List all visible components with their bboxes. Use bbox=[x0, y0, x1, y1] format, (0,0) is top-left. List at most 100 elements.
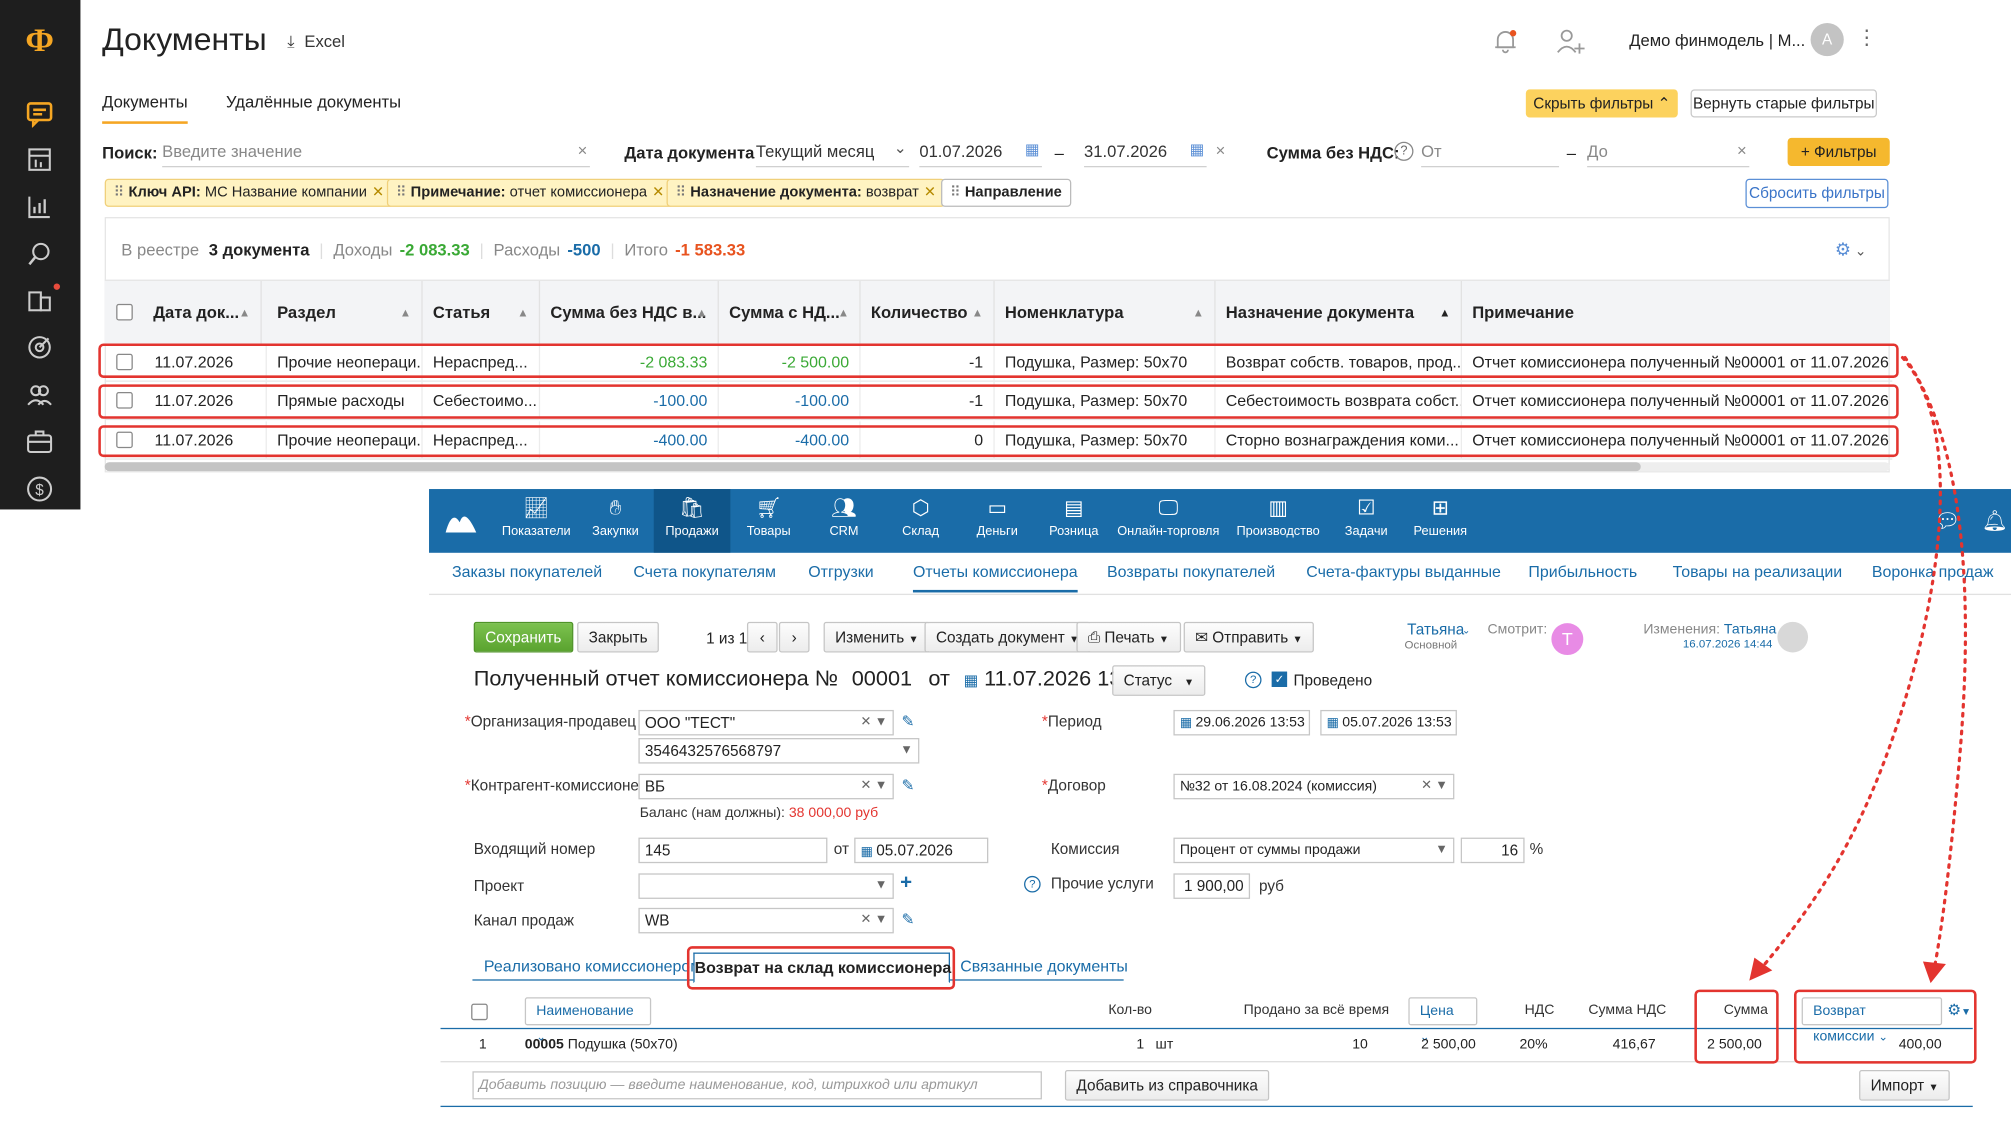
edit-icon[interactable]: ✎ bbox=[901, 776, 914, 794]
create-document-button[interactable]: Создать документ ▼ bbox=[924, 621, 1091, 653]
sum-from-input[interactable]: От bbox=[1421, 139, 1560, 168]
target-icon[interactable] bbox=[24, 333, 55, 364]
item-vat[interactable]: 20% bbox=[1519, 1037, 1547, 1052]
period-from-input[interactable]: ▦ 29.06.2026 13:53 bbox=[1173, 709, 1311, 736]
clear-icon[interactable]: × bbox=[1737, 140, 1747, 159]
row-checkbox[interactable] bbox=[116, 431, 133, 449]
print-button[interactable]: ⎙ Печать ▼ bbox=[1076, 621, 1181, 653]
commission-type-select[interactable]: Процент от суммы продажи ▼ bbox=[1173, 837, 1455, 864]
horizontal-scrollbar[interactable] bbox=[104, 462, 1890, 472]
col-return-commission-button[interactable]: Возврат комиссии ⌄ bbox=[1801, 997, 1943, 1044]
channel-select[interactable]: WB ✕ ▼ bbox=[638, 907, 894, 934]
status-dropdown[interactable]: Статус ▼ bbox=[1112, 665, 1206, 696]
item-return-commission[interactable]: 400,00 bbox=[1899, 1037, 1942, 1052]
tab-sold-by-agent[interactable]: Реализовано комиссионером bbox=[484, 958, 701, 976]
filter-chip-purpose[interactable]: ⠿ Назначение документа: возврат ✕ bbox=[666, 178, 946, 207]
clear-date-icon[interactable]: × bbox=[1216, 140, 1226, 159]
subnav-shipments[interactable]: Отгрузки bbox=[808, 563, 873, 581]
briefcase-icon[interactable] bbox=[24, 428, 55, 459]
col-name-button[interactable]: Наименование ⌄ bbox=[524, 997, 652, 1043]
col-sum-with-vat[interactable]: Сумма с НД...▲▼ bbox=[719, 280, 861, 345]
filter-chip-api-key[interactable]: ⠿ Ключ API: МС Название компании ✕ bbox=[104, 178, 394, 207]
more-vertical-icon[interactable]: ⋮ bbox=[1857, 26, 1877, 52]
calendar-icon[interactable]: ▦ bbox=[1190, 140, 1204, 158]
nav-goods[interactable]: 🛒︎ Товары bbox=[733, 489, 805, 553]
subnav-customer-returns[interactable]: Возвраты покупателей bbox=[1107, 563, 1275, 581]
subnav-customer-orders[interactable]: Заказы покупателей bbox=[452, 563, 602, 581]
next-button[interactable]: › bbox=[778, 621, 810, 653]
calendar-icon[interactable]: ▦ bbox=[964, 672, 978, 690]
col-price-button[interactable]: Цена ⌄ bbox=[1408, 997, 1478, 1043]
col-item[interactable]: Статья▲▼ bbox=[423, 280, 541, 345]
table-row[interactable]: 11.07.2026 Прочие неопераци... Нераспред… bbox=[104, 343, 1893, 382]
table-row[interactable]: 11.07.2026 Прочие неопераци... Нераспред… bbox=[104, 421, 1893, 460]
item-name[interactable]: 00005 Подушка (50х70) bbox=[525, 1037, 678, 1052]
scrollbar-thumb[interactable] bbox=[104, 462, 1641, 472]
add-user-icon[interactable] bbox=[1555, 27, 1586, 61]
incoming-number-input[interactable]: 145 bbox=[638, 837, 828, 864]
edit-icon[interactable]: ✎ bbox=[901, 712, 914, 730]
search-input[interactable]: Введите значение × bbox=[162, 139, 590, 168]
commission-percent-input[interactable]: 16 bbox=[1460, 837, 1525, 864]
users-icon[interactable] bbox=[24, 381, 55, 412]
tab-documents[interactable]: Документы bbox=[102, 92, 188, 124]
nav-crm[interactable]: 👥︎ CRM bbox=[810, 489, 879, 553]
add-project-icon[interactable]: + bbox=[900, 872, 912, 895]
app-logo-icon[interactable]: Ф bbox=[20, 22, 58, 60]
tab-deleted-documents[interactable]: Удалённые документы bbox=[226, 92, 401, 111]
col-note[interactable]: Примечание bbox=[1462, 281, 1890, 345]
org-select[interactable]: ООО "ТЕСТ" ✕ ▼ bbox=[638, 709, 894, 736]
agent-select[interactable]: ВБ ✕ ▼ bbox=[638, 773, 894, 800]
watcher-avatar[interactable]: Т bbox=[1551, 623, 1584, 656]
col-purpose[interactable]: Назначение документа▲▼ bbox=[1216, 280, 1463, 345]
nav-indicators[interactable]: 📈︎ Показатели bbox=[498, 489, 575, 553]
row-checkbox[interactable] bbox=[116, 391, 133, 409]
calendar-icon[interactable]: ▦ bbox=[1025, 140, 1039, 158]
table-row[interactable]: 11.07.2026 Прямые расходы Себестоимо... … bbox=[104, 381, 1893, 421]
change-button[interactable]: Изменить ▼ bbox=[823, 621, 931, 653]
help-icon[interactable]: ? bbox=[1024, 875, 1041, 893]
excel-export-button[interactable]: ⤓ Excel bbox=[287, 32, 345, 52]
avatar[interactable]: А bbox=[1810, 22, 1844, 57]
save-button[interactable]: Сохранить bbox=[473, 621, 573, 653]
chart-icon[interactable] bbox=[24, 193, 55, 224]
tab-related-documents[interactable]: Связанные документы bbox=[960, 958, 1128, 976]
other-services-input[interactable]: 1 900,00 bbox=[1173, 873, 1251, 899]
nav-warehouse[interactable]: ⬡ Склад bbox=[886, 489, 955, 553]
nav-production[interactable]: ▥ Производство bbox=[1228, 489, 1328, 553]
prev-button[interactable]: ‹ bbox=[746, 621, 778, 653]
filter-chip-note[interactable]: ⠿ Примечание: отчет комиссионера ✕ bbox=[386, 178, 674, 207]
filter-chip-direction[interactable]: ⠿ Направление bbox=[941, 178, 1071, 207]
add-from-catalog-button[interactable]: Добавить из справочника bbox=[1064, 1070, 1270, 1101]
subnav-issued-invoices[interactable]: Счета-фактуры выданные bbox=[1306, 563, 1501, 581]
nav-sales[interactable]: 🛍︎ Продажи bbox=[653, 489, 731, 553]
contract-select[interactable]: №32 от 16.08.2024 (комиссия) ✕ ▼ bbox=[1173, 773, 1455, 800]
subnav-profitability[interactable]: Прибыльность bbox=[1528, 563, 1637, 581]
remove-chip-icon[interactable]: ✕ bbox=[652, 185, 664, 200]
nav-solutions[interactable]: ⊞ Решения bbox=[1405, 489, 1477, 553]
clear-icon[interactable]: × bbox=[578, 140, 588, 159]
subnav-customer-invoices[interactable]: Счета покупателям bbox=[633, 563, 776, 581]
nav-retail[interactable]: ▤ Розница bbox=[1039, 489, 1108, 553]
import-button[interactable]: Импорт ▼ bbox=[1859, 1070, 1951, 1101]
select-all-checkbox[interactable] bbox=[116, 303, 133, 321]
settings-gear-icon[interactable]: ⚙▼ bbox=[1947, 1001, 1971, 1019]
col-quantity[interactable]: Количество▲▼ bbox=[861, 280, 995, 345]
select-all-items-checkbox[interactable] bbox=[471, 1003, 488, 1021]
project-select[interactable]: ▼ bbox=[638, 873, 894, 899]
nav-money[interactable]: ▭ Деньги bbox=[963, 489, 1032, 553]
nav-purchases[interactable]: ✋︎ Закупки bbox=[580, 489, 652, 553]
filters-button[interactable]: + Фильтры bbox=[1787, 137, 1890, 166]
date-from-input[interactable]: 01.07.2026 ▦ bbox=[919, 139, 1042, 168]
user-name[interactable]: Демо финмодель | М... bbox=[1629, 31, 1805, 50]
date-period-select[interactable]: Текущий месяц ⌄ bbox=[755, 139, 910, 168]
help-icon[interactable]: ? bbox=[1244, 671, 1262, 689]
org-account-select[interactable]: 3546432576568797 ▼ bbox=[638, 738, 920, 764]
remove-chip-icon[interactable]: ✕ bbox=[924, 185, 936, 200]
old-filters-button[interactable]: Вернуть старые фильтры bbox=[1690, 89, 1877, 118]
tab-return-to-agent-warehouse[interactable]: Возврат на склад комиссионера bbox=[693, 952, 951, 984]
nav-tasks[interactable]: ☑︎ Задачи bbox=[1336, 489, 1397, 553]
owner-name[interactable]: Татьяна bbox=[1407, 621, 1464, 639]
item-qty[interactable]: 1 bbox=[1136, 1037, 1144, 1052]
col-sum-no-vat[interactable]: Сумма без НДС в...▲▼ bbox=[540, 280, 719, 345]
